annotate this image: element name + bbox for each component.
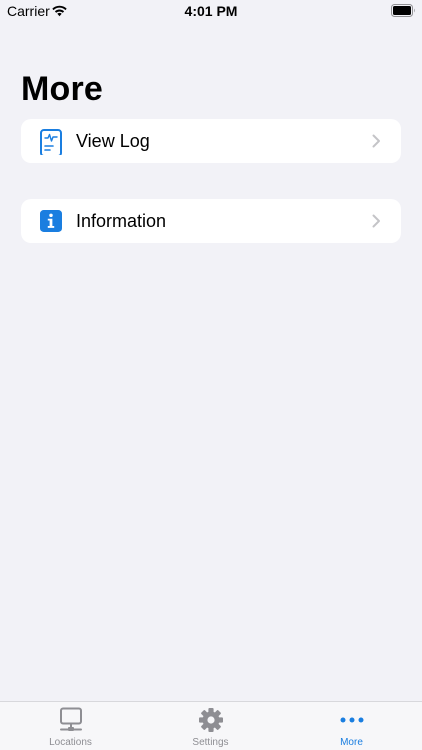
view-log-row[interactable]: View Log	[21, 119, 401, 163]
tab-locations-label: Locations	[49, 737, 92, 748]
information-label: Information	[76, 210, 167, 231]
info-icon	[40, 210, 62, 232]
tab-more-label: More	[340, 737, 363, 748]
chevron-right-icon	[372, 214, 380, 228]
tab-locations[interactable]: Locations	[0, 702, 141, 750]
information-row[interactable]: Information	[21, 199, 401, 243]
status-time: 4:01 PM	[184, 3, 238, 19]
tab-settings[interactable]: Settings	[140, 702, 281, 750]
status-bar: Carrier 4:01 PM	[0, 0, 422, 24]
tab-settings-label: Settings	[192, 737, 229, 748]
tab-bar: Locations Settings More	[0, 701, 422, 750]
tab-more[interactable]: More	[281, 702, 422, 750]
monitor-icon	[59, 707, 82, 731]
view-log-label: View Log	[76, 130, 150, 151]
log-document-icon	[40, 129, 62, 155]
battery-icon	[391, 4, 415, 17]
ellipsis-icon	[340, 717, 363, 723]
chevron-right-icon	[372, 134, 380, 148]
gear-icon	[198, 708, 223, 732]
page-title: More	[21, 70, 104, 108]
more-screen: Carrier 4:01 PM More View Log Informatio…	[0, 0, 422, 750]
